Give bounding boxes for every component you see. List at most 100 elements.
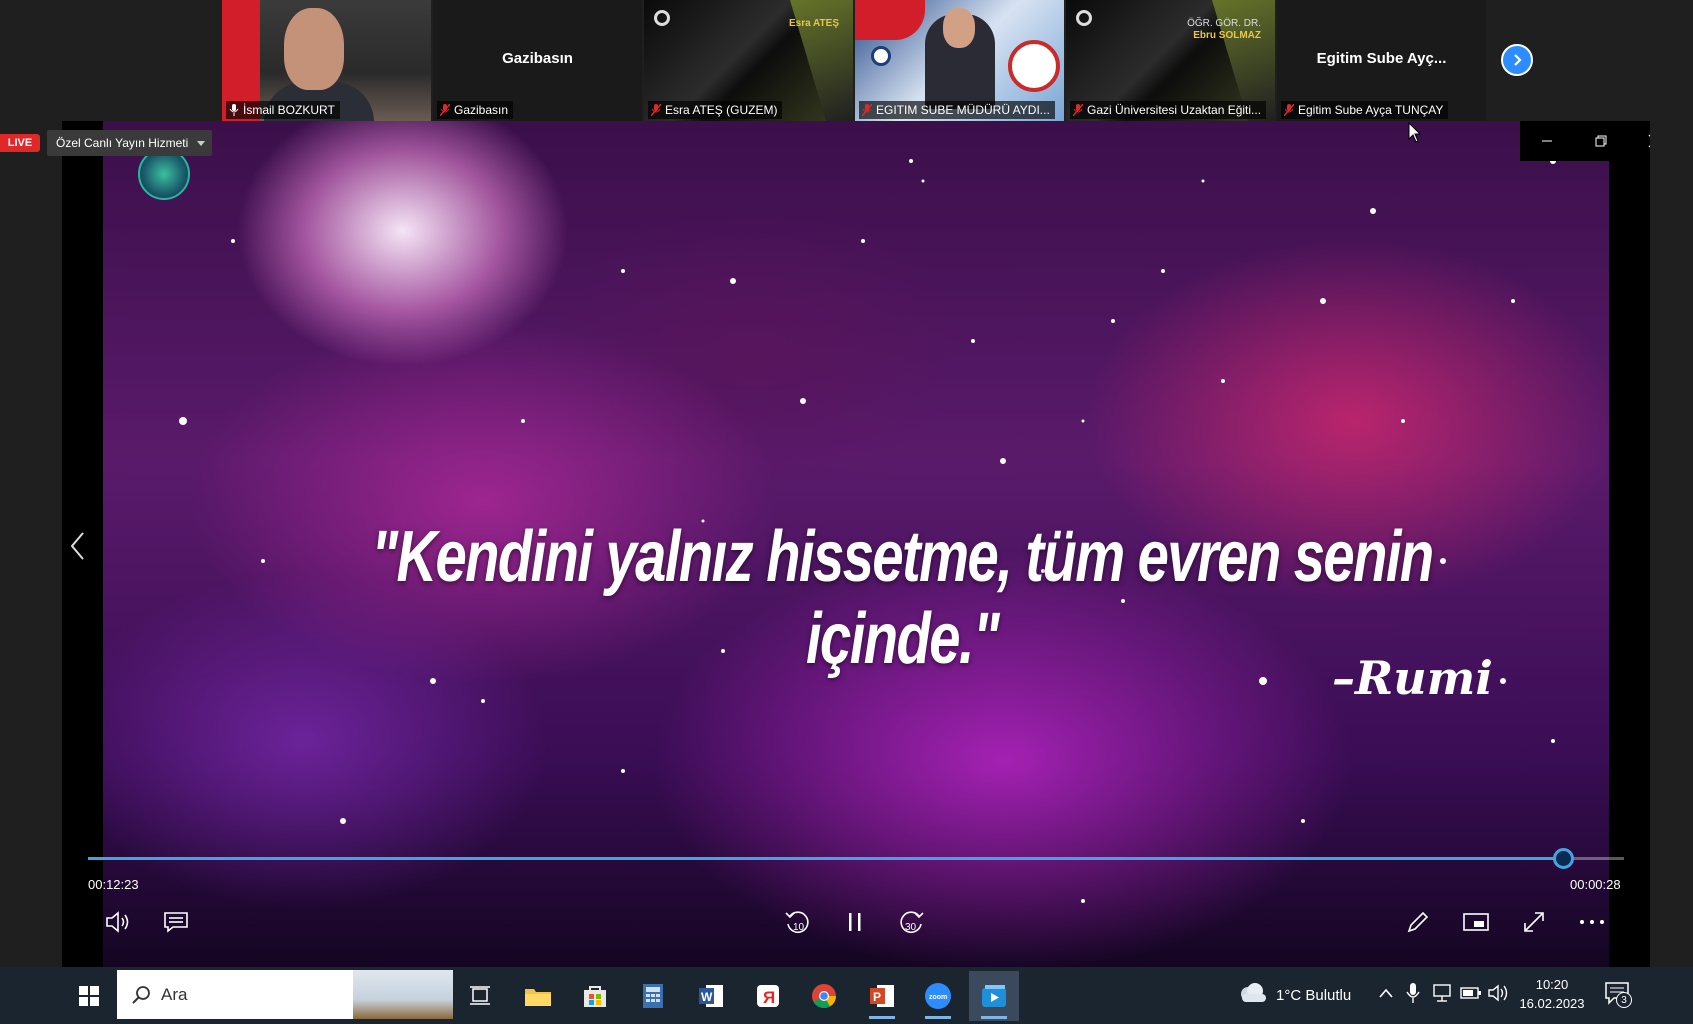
search-placeholder: Ara bbox=[161, 984, 188, 1004]
battery-icon[interactable] bbox=[1460, 986, 1482, 1000]
edit-button[interactable] bbox=[1398, 902, 1438, 942]
clock-time: 10:20 bbox=[1535, 977, 1569, 992]
stream-service-dropdown[interactable]: Özel Canlı Yayın Hizmeti bbox=[47, 130, 213, 156]
stream-service-label: Özel Canlı Yayın Hizmeti bbox=[56, 136, 189, 150]
svg-text:Я: Я bbox=[763, 988, 775, 1007]
media-player-icon bbox=[982, 985, 1006, 1007]
media-player-button[interactable] bbox=[969, 971, 1019, 1021]
start-button[interactable] bbox=[64, 971, 114, 1021]
word-button[interactable]: W bbox=[686, 971, 736, 1021]
overlay-line: Ebru SOLMAZ bbox=[1193, 30, 1261, 41]
participant-tile[interactable]: İsmail BOZKURT bbox=[222, 0, 431, 121]
yandex-icon: Я bbox=[757, 985, 779, 1007]
overlay-name: Esra ATEŞ bbox=[788, 18, 839, 29]
rewind-10-button[interactable]: 10 bbox=[777, 902, 817, 942]
video-player[interactable]: "Kendini yalnız hissetme, tüm evren seni… bbox=[62, 121, 1650, 967]
participant-tile[interactable]: Esra ATEŞ Esra ATEŞ (GUZEM) bbox=[644, 0, 853, 121]
participant-strip: İsmail BOZKURT Gazibasın Gazibasın Esra … bbox=[222, 0, 1486, 121]
overlay-line: ÖĞR. GÖR. DR. bbox=[1187, 18, 1261, 29]
more-icon bbox=[1580, 920, 1604, 924]
network-icon[interactable] bbox=[1432, 983, 1454, 1003]
caret-down-icon bbox=[197, 141, 206, 146]
muted-mic-icon bbox=[440, 104, 450, 116]
captions-icon bbox=[164, 912, 188, 933]
search-icon bbox=[132, 985, 150, 1004]
word-icon: W bbox=[699, 985, 723, 1007]
store-icon bbox=[584, 986, 606, 1007]
minimize-button[interactable] bbox=[1520, 121, 1574, 161]
speaker-icon[interactable] bbox=[1487, 983, 1509, 1003]
taskbar-clock[interactable]: 10:20 16.02.2023 bbox=[1518, 975, 1586, 1013]
calculator-button[interactable] bbox=[628, 971, 678, 1021]
live-badge: LIVE bbox=[0, 134, 40, 152]
close-icon bbox=[1648, 134, 1650, 148]
volume-button[interactable] bbox=[98, 902, 138, 942]
minimize-icon bbox=[1542, 140, 1552, 142]
close-button[interactable] bbox=[1628, 121, 1650, 161]
forward-30-button[interactable]: 30 bbox=[892, 902, 932, 942]
yandex-browser-button[interactable]: Я bbox=[743, 971, 793, 1021]
participant-label: Egitim Sube Ayça TUNÇAY bbox=[1281, 101, 1449, 119]
participant-name: İsmail BOZKURT bbox=[243, 103, 335, 117]
restore-button[interactable] bbox=[1574, 121, 1628, 161]
participant-label: Gazi Üniversitesi Uzaktan Eğiti... bbox=[1070, 101, 1267, 119]
screen: İsmail BOZKURT Gazibasın Gazibasın Esra … bbox=[0, 0, 1693, 1024]
microphone-icon[interactable] bbox=[1406, 982, 1420, 1004]
pause-button[interactable] bbox=[835, 902, 875, 942]
chrome-button[interactable] bbox=[799, 971, 849, 1021]
remaining-time: 00:00:28 bbox=[1570, 877, 1621, 892]
seek-bar[interactable] bbox=[88, 848, 1624, 869]
powerpoint-button[interactable]: P bbox=[857, 971, 907, 1021]
restore-icon bbox=[1595, 135, 1607, 147]
participant-tile[interactable]: ÖĞR. GÖR. DR. Ebru SOLMAZ Gazi Üniversit… bbox=[1066, 0, 1275, 121]
participant-tile[interactable]: EGITIM SUBE MÜDÜRÜ AYDI... bbox=[855, 0, 1064, 121]
chevron-up-icon[interactable] bbox=[1378, 987, 1394, 999]
weather-text[interactable]: 1°C Bulutlu bbox=[1276, 987, 1351, 1004]
seek-progress bbox=[88, 857, 1563, 860]
previous-button[interactable] bbox=[66, 528, 90, 564]
svg-text:10: 10 bbox=[793, 922, 805, 933]
zoom-button[interactable]: zoom bbox=[913, 971, 963, 1021]
task-view-icon bbox=[470, 986, 490, 1005]
pencil-icon bbox=[1407, 911, 1429, 933]
participant-label: EGITIM SUBE MÜDÜRÜ AYDI... bbox=[859, 101, 1055, 119]
participant-label: İsmail BOZKURT bbox=[226, 101, 340, 119]
chevron-left-icon bbox=[70, 532, 84, 560]
captions-button[interactable] bbox=[156, 902, 196, 942]
store-button[interactable] bbox=[570, 971, 620, 1021]
university-logo bbox=[1076, 10, 1092, 26]
miniplayer-icon bbox=[1463, 913, 1489, 931]
clock-date: 16.02.2023 bbox=[1519, 996, 1585, 1011]
participant-name: Gazibasın bbox=[454, 103, 509, 117]
fullscreen-button[interactable] bbox=[1514, 902, 1554, 942]
next-participants-button[interactable] bbox=[1501, 44, 1533, 76]
task-view-button[interactable] bbox=[455, 971, 505, 1021]
svg-text:P: P bbox=[873, 990, 881, 1004]
participant-display-name: Egitim Sube Ayç... bbox=[1316, 50, 1447, 67]
pause-icon bbox=[849, 913, 861, 931]
university-logo bbox=[654, 10, 670, 26]
participant-tile[interactable]: Gazibasın Gazibasın bbox=[433, 0, 642, 121]
left-margin bbox=[0, 121, 62, 967]
video-quote-author: –Rumi bbox=[1332, 651, 1493, 705]
folder-icon bbox=[525, 989, 551, 1006]
search-highlight-image bbox=[353, 970, 453, 1019]
volume-icon bbox=[106, 911, 129, 933]
participant-label: Gazibasın bbox=[437, 101, 514, 119]
muted-mic-icon bbox=[862, 104, 872, 116]
more-options-button[interactable] bbox=[1572, 902, 1612, 942]
participant-name: Egitim Sube Ayça TUNÇAY bbox=[1298, 103, 1444, 117]
file-explorer-button[interactable] bbox=[513, 971, 563, 1021]
participant-display-name: Gazibasın bbox=[502, 50, 573, 67]
muted-mic-icon bbox=[651, 104, 661, 116]
zoom-icon: zoom bbox=[925, 983, 951, 1009]
seek-handle[interactable] bbox=[1552, 848, 1574, 869]
rewind-10-icon: 10 bbox=[785, 911, 809, 933]
miniplayer-button[interactable] bbox=[1456, 902, 1496, 942]
cloudy-weather-icon bbox=[1241, 983, 1266, 1002]
svg-text:zoom: zoom bbox=[929, 994, 947, 1001]
participant-tile[interactable]: Egitim Sube Ayç... Egitim Sube Ayça TUNÇ… bbox=[1277, 0, 1486, 121]
chevron-right-icon bbox=[1514, 54, 1522, 66]
chrome-icon bbox=[812, 984, 836, 1009]
taskbar-search[interactable]: Ara bbox=[117, 970, 453, 1019]
